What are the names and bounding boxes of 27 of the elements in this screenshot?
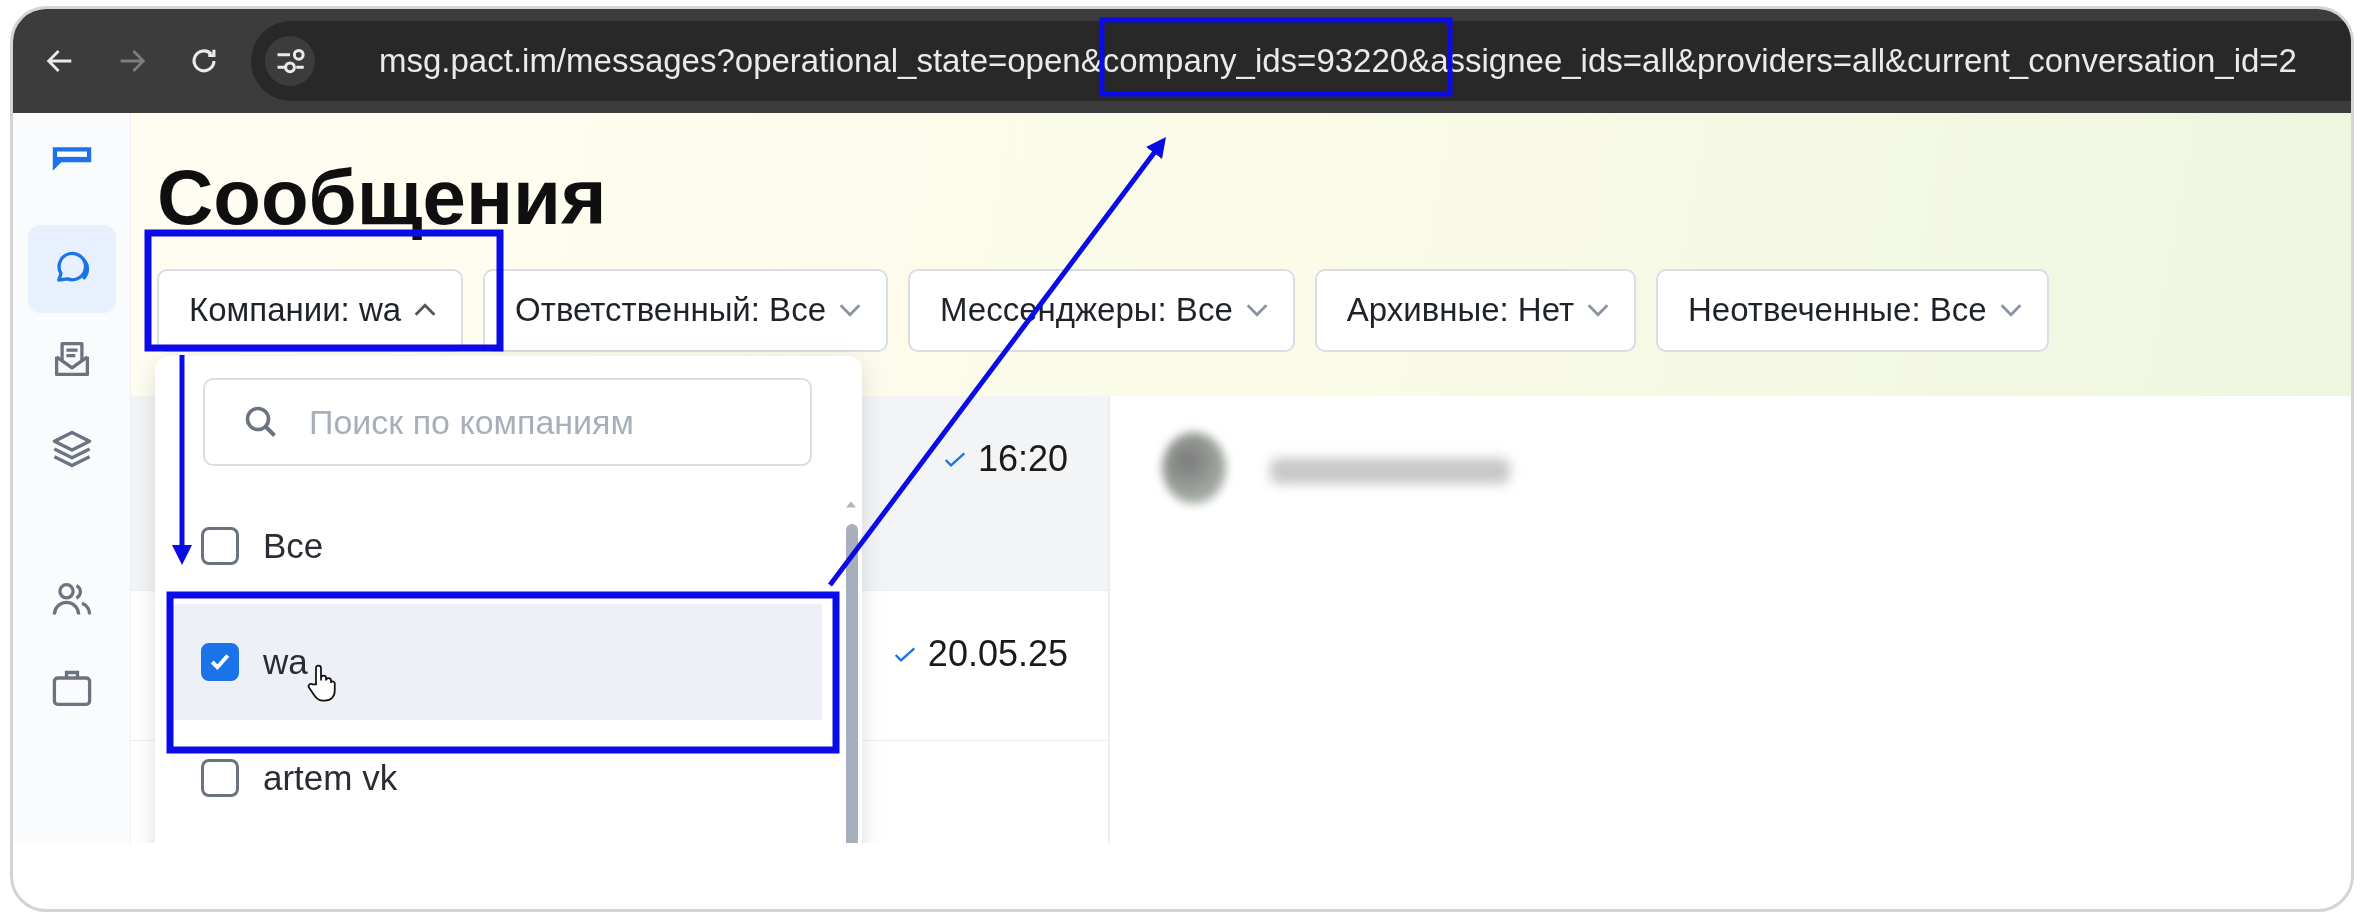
chat-nav-item[interactable] [27,225,116,313]
page-title: Сообщения [157,152,608,243]
chevron-icon [838,303,862,318]
chevron-icon [1586,303,1611,318]
filter-dropdown[interactable]: Архивные: Нет [1314,268,1637,352]
checkbox[interactable] [201,759,239,797]
scrollbar[interactable] [846,524,858,843]
chevron-icon [413,303,438,318]
option-label: Все [263,526,324,566]
checkmark-icon [943,452,966,468]
filter-dropdown[interactable]: Ответственный: Все [483,268,888,352]
option-label: artem vk [263,758,398,798]
company-option[interactable]: artem vk [168,720,822,836]
chevron-icon [1244,303,1269,318]
company-option[interactable]: Все [168,488,822,604]
checkbox[interactable] [201,527,239,565]
filter-dropdown[interactable]: Неотвеченные: Все [1656,268,2049,352]
conversation-time: 16:20 [977,438,1068,480]
option-label: wa [263,642,308,682]
hand-cursor-icon [306,664,336,702]
avatar-placeholder [1162,432,1226,504]
search-field[interactable]: Поиск по компаниям [203,378,812,466]
conversation-time: 20.05.25 [927,633,1068,675]
site-settings-icon[interactable] [265,36,315,86]
checkbox[interactable] [201,643,239,681]
checkmark-icon [893,647,916,663]
chevron-icon [1998,303,2023,318]
